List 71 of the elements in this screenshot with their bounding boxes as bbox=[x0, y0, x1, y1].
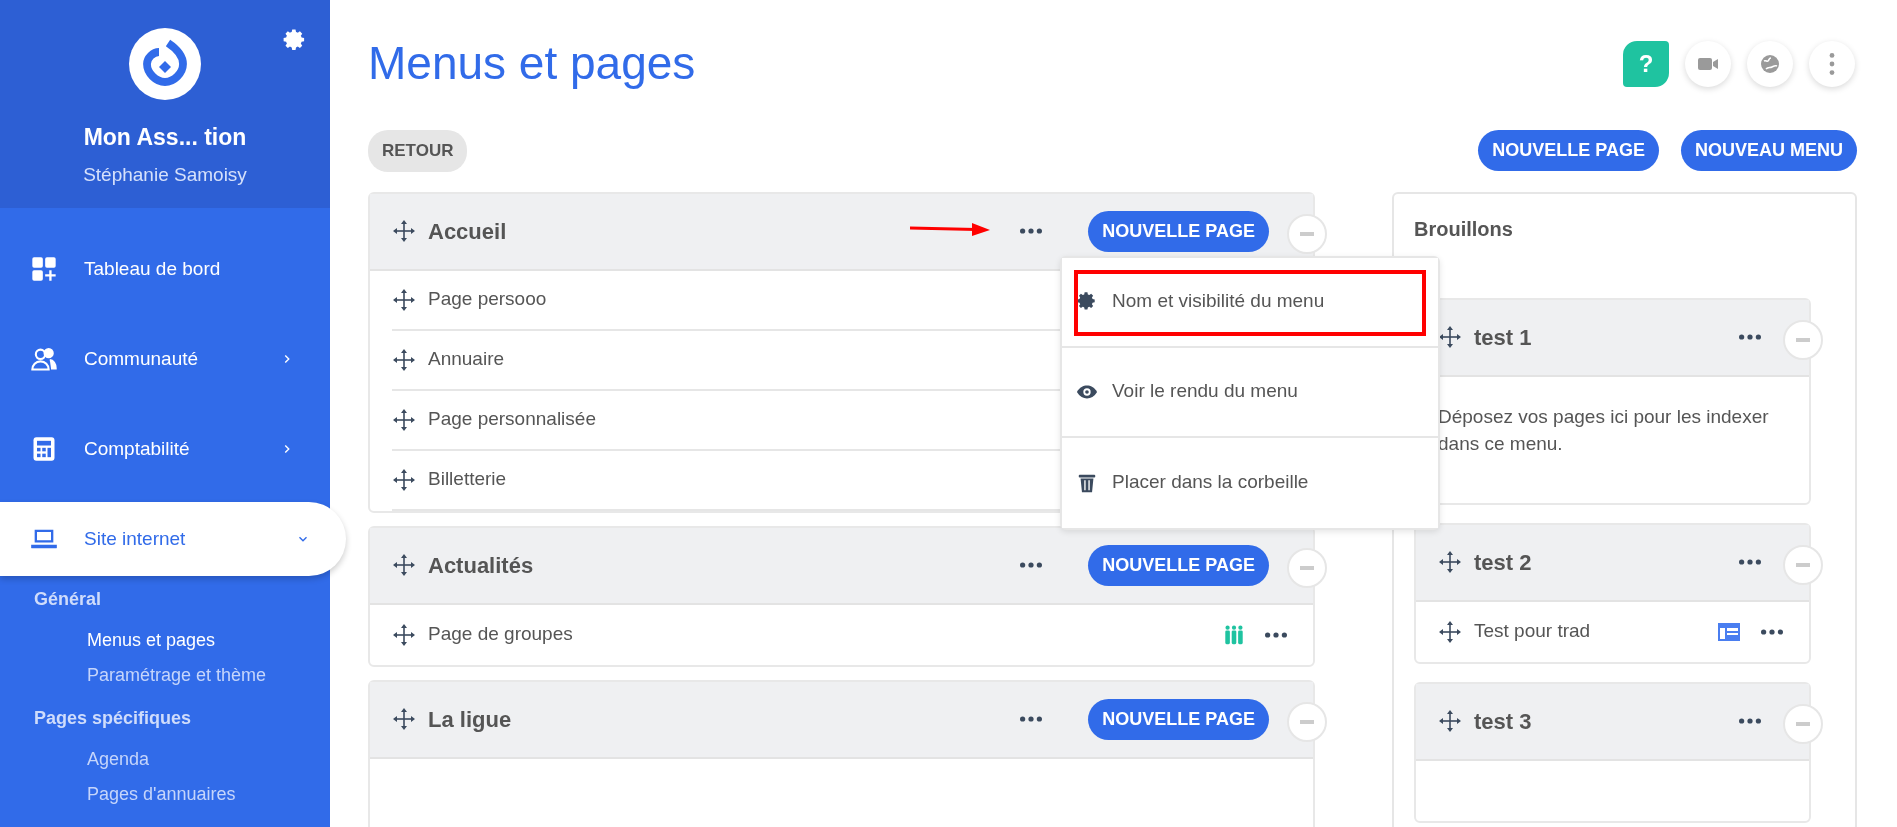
dashboard-icon bbox=[30, 255, 58, 283]
more-icon bbox=[1020, 228, 1043, 234]
page-title: Menus et pages bbox=[368, 36, 697, 92]
minus-icon bbox=[1796, 562, 1810, 567]
sidebar-link[interactable]: Menus et pages bbox=[0, 623, 330, 658]
video-button[interactable] bbox=[1685, 41, 1731, 87]
move-icon[interactable] bbox=[392, 347, 416, 372]
move-icon[interactable] bbox=[1438, 325, 1462, 349]
globe-icon bbox=[1758, 52, 1782, 76]
new-page-button[interactable]: NOUVELLE PAGE bbox=[1088, 544, 1269, 586]
user-name: Stéphanie Samoisy bbox=[82, 162, 248, 187]
sidebar-item[interactable]: Comptabilité bbox=[0, 412, 330, 486]
move-icon[interactable] bbox=[392, 553, 416, 577]
menu-title: test 1 bbox=[1474, 323, 1532, 352]
sidebar-item[interactable]: Tableau de bord bbox=[0, 232, 330, 306]
menu-title: test 2 bbox=[1474, 548, 1532, 577]
page-name: Page de groupes bbox=[428, 622, 573, 647]
page-name: Page persooo bbox=[428, 287, 547, 312]
menu-item[interactable]: Nom et visibilité du menu bbox=[1062, 257, 1438, 348]
move-icon[interactable] bbox=[1438, 709, 1462, 733]
move-icon[interactable] bbox=[392, 407, 416, 432]
group-icon bbox=[1223, 623, 1245, 646]
panel-title: Brouillons bbox=[1414, 216, 1514, 242]
move-icon[interactable] bbox=[1438, 550, 1462, 574]
more-icon bbox=[1265, 631, 1287, 638]
move-icon[interactable] bbox=[392, 622, 416, 647]
page-name: Test pour trad bbox=[1474, 619, 1591, 644]
menu-title: La ligue bbox=[428, 705, 512, 734]
more-icon bbox=[1739, 334, 1761, 340]
minus-icon bbox=[1300, 565, 1314, 570]
page-name: Annuaire bbox=[428, 347, 505, 372]
section-heading: Pages spécifiques bbox=[33, 707, 193, 730]
move-icon[interactable] bbox=[1438, 619, 1462, 644]
move-icon[interactable] bbox=[392, 219, 416, 243]
move-icon[interactable] bbox=[392, 287, 416, 312]
section-heading: Général bbox=[33, 588, 103, 611]
page-name: Billetterie bbox=[428, 467, 507, 492]
menu-item[interactable]: Voir le rendu du menu bbox=[1062, 347, 1438, 438]
organization-name: Mon Ass... tion bbox=[82, 123, 248, 152]
minus-icon bbox=[1796, 721, 1810, 726]
page-name: Page personnalisée bbox=[428, 407, 596, 432]
more-icon bbox=[1761, 628, 1783, 635]
add-button[interactable]: NOUVELLE PAGE bbox=[1478, 130, 1659, 172]
settings-icon bbox=[1076, 290, 1098, 313]
kebab-menu-icon bbox=[1829, 53, 1835, 75]
sidebar-link[interactable]: Paramétrage et thème bbox=[0, 658, 330, 693]
sidebar-link[interactable]: Pages d'annuaires bbox=[0, 777, 330, 812]
minus-icon bbox=[1300, 231, 1314, 236]
more-icon bbox=[1739, 559, 1761, 565]
new-page-button[interactable]: NOUVELLE PAGE bbox=[1088, 698, 1269, 740]
more-icon bbox=[1739, 718, 1761, 724]
menu-title: test 3 bbox=[1474, 707, 1532, 736]
move-icon[interactable] bbox=[392, 467, 416, 492]
globe-button[interactable] bbox=[1747, 41, 1793, 87]
empty-hint: Déposez vos pages ici pour les indexer dans ce menu. bbox=[1437, 404, 1770, 456]
more-icon bbox=[1020, 562, 1043, 568]
logo-icon bbox=[129, 28, 201, 100]
menu-title: Accueil bbox=[428, 217, 507, 246]
back-button[interactable]: RETOUR bbox=[368, 130, 468, 172]
menu-title: Actualités bbox=[428, 551, 534, 580]
new-page-button[interactable]: NOUVELLE PAGE bbox=[1088, 210, 1269, 252]
add-button[interactable]: NOUVEAU MENU bbox=[1681, 130, 1857, 172]
more-icon bbox=[1020, 716, 1043, 722]
sidebar-item[interactable]: Site internet bbox=[0, 502, 346, 576]
sidebar-link[interactable]: Agenda bbox=[0, 742, 330, 777]
minus-icon bbox=[1300, 719, 1314, 724]
minus-icon bbox=[1796, 337, 1810, 342]
move-icon[interactable] bbox=[392, 707, 416, 731]
users-icon bbox=[30, 345, 58, 373]
menu-item[interactable]: Placer dans la corbeille bbox=[1062, 437, 1438, 528]
sidebar-item[interactable]: Communauté bbox=[0, 322, 330, 396]
